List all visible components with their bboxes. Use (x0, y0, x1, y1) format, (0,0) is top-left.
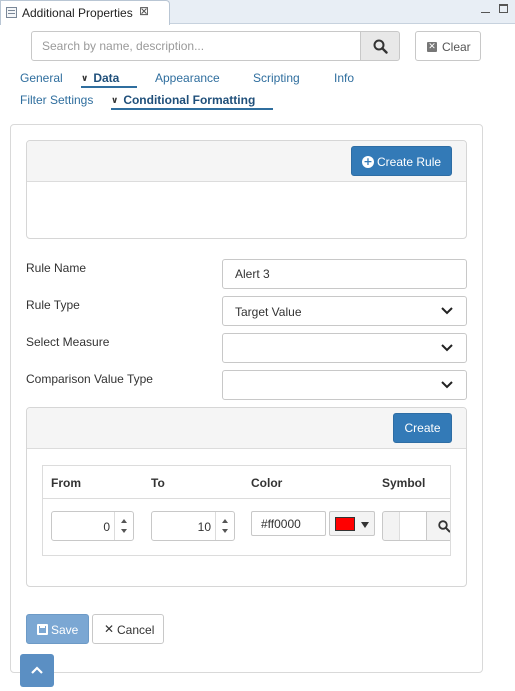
caret-up-icon[interactable] (121, 519, 127, 523)
close-icon: ✕ (104, 622, 115, 636)
clear-button[interactable]: ✕ Clear (415, 31, 481, 61)
rule-type-select[interactable]: Target Value (222, 296, 467, 326)
tab-data-label: Data (93, 71, 120, 85)
threshold-panel: Create From To Color Symbol 0 10 (26, 407, 467, 587)
additional-properties-tab[interactable]: Additional Properties ⊠ (0, 0, 170, 25)
caret-down-icon[interactable] (222, 529, 228, 533)
search-bar (31, 31, 400, 61)
column-header-symbol: Symbol (382, 476, 426, 490)
tab-title: Additional Properties (22, 6, 133, 20)
clear-label: Clear (442, 40, 471, 54)
select-measure-select[interactable] (222, 333, 467, 363)
create-button[interactable]: Create (393, 413, 452, 443)
chevron-down-icon (441, 344, 453, 352)
select-measure-label: Select Measure (26, 335, 110, 349)
to-stepper[interactable]: 10 (151, 511, 235, 541)
clear-icon: ✕ (427, 42, 437, 52)
editor-tab-bar: Additional Properties ⊠ (0, 0, 515, 25)
color-picker-dropdown[interactable] (329, 511, 375, 536)
create-rule-label: Create Rule (377, 155, 442, 169)
plus-circle-icon: + (362, 155, 374, 168)
maximize-icon[interactable] (499, 4, 508, 13)
symbol-picker[interactable] (382, 511, 451, 541)
cancel-label: Cancel (117, 623, 155, 637)
symbol-preview (399, 512, 427, 540)
rules-list-panel: + Create Rule (26, 140, 467, 239)
tab-close-icon[interactable]: ⊠ (139, 4, 149, 18)
threshold-table: From To Color Symbol 0 10 (42, 465, 451, 556)
save-icon (37, 624, 48, 635)
rules-panel-header: + Create Rule (27, 141, 466, 182)
from-value: 0 (103, 520, 110, 534)
chevron-up-icon (31, 666, 43, 674)
caret-down-icon (361, 522, 369, 528)
comparison-value-type-label: Comparison Value Type (26, 372, 153, 386)
from-stepper[interactable]: 0 (51, 511, 134, 541)
stepper-arrows[interactable] (114, 512, 133, 540)
rule-name-label: Rule Name (26, 261, 87, 275)
scroll-to-top-button[interactable] (20, 654, 54, 687)
color-hex-field[interactable] (251, 511, 326, 536)
search-icon (373, 39, 388, 54)
column-header-color: Color (251, 476, 283, 490)
rule-name-field[interactable] (222, 259, 467, 289)
rule-type-value: Target Value (235, 305, 302, 319)
search-input[interactable] (31, 31, 361, 61)
comparison-value-type-select[interactable] (222, 370, 467, 400)
tab-scripting[interactable]: Scripting (253, 71, 300, 85)
create-rule-button[interactable]: + Create Rule (351, 146, 452, 176)
column-header-to: To (151, 476, 165, 490)
stepper-arrows[interactable] (215, 512, 234, 540)
tab-appearance[interactable]: Appearance (155, 71, 220, 85)
minimize-icon[interactable] (481, 4, 490, 13)
table-header-divider (43, 498, 450, 499)
save-button[interactable]: Save (26, 614, 89, 644)
to-value: 10 (197, 520, 211, 534)
properties-window-icon (6, 7, 17, 18)
tab-data-underline (81, 86, 137, 88)
rule-type-label: Rule Type (26, 298, 80, 312)
tab-conditional-formatting-label: Conditional Formatting (123, 93, 256, 107)
chevron-down-icon: ∨ (111, 96, 119, 106)
tab-conditional-formatting-underline (111, 108, 273, 110)
caret-down-icon[interactable] (121, 529, 127, 533)
chevron-down-icon (441, 381, 453, 389)
tab-conditional-formatting[interactable]: ∨ Conditional Formatting (111, 93, 255, 107)
column-header-from: From (51, 476, 81, 490)
chevron-down-icon (441, 307, 453, 315)
tab-info[interactable]: Info (334, 71, 354, 85)
tab-general[interactable]: General (20, 71, 63, 85)
search-button[interactable] (360, 31, 400, 61)
save-label: Save (51, 623, 79, 637)
search-icon[interactable] (438, 520, 451, 533)
caret-up-icon[interactable] (222, 519, 228, 523)
chevron-down-icon: ∨ (81, 74, 89, 84)
tab-data[interactable]: ∨ Data (81, 71, 119, 85)
cancel-button[interactable]: ✕ Cancel (92, 614, 164, 644)
tab-filter-settings[interactable]: Filter Settings (20, 93, 93, 107)
threshold-panel-header: Create (27, 408, 466, 449)
color-swatch (335, 517, 355, 531)
